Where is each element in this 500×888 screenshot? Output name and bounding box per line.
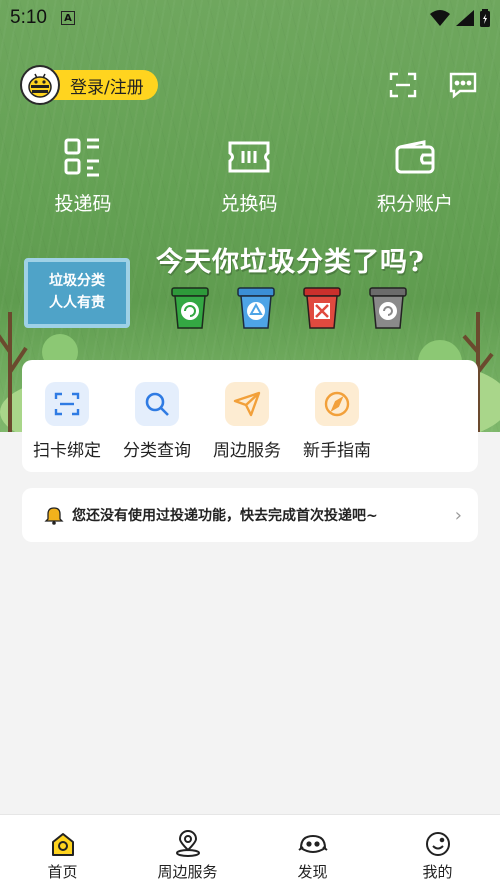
first-delivery-notice[interactable]: 您还没有使用过投递功能，快去完成首次投递吧~ › xyxy=(22,488,478,542)
tab-nearby-services[interactable]: 周边服务 xyxy=(125,815,250,888)
tab-home[interactable]: 首页 xyxy=(0,815,125,888)
search-icon xyxy=(135,382,179,426)
quick-action-label: 投递码 xyxy=(54,193,112,215)
a-icon: A xyxy=(60,11,75,25)
service-label: 周边服务 xyxy=(213,441,281,461)
status-time: 5:10 xyxy=(10,7,47,28)
tab-label: 发现 xyxy=(297,863,328,881)
scan-card-icon xyxy=(45,382,89,426)
tab-label: 我的 xyxy=(422,863,453,881)
chevron-right-icon: › xyxy=(454,504,462,526)
tab-discover[interactable]: 发现 xyxy=(250,815,375,888)
tab-label: 首页 xyxy=(47,863,78,881)
tab-mine[interactable]: 我的 xyxy=(375,815,500,888)
bell-icon xyxy=(44,507,64,525)
battery-icon xyxy=(480,9,490,27)
services-card: 扫卡绑定 分类查询 周边服务 新手指南 xyxy=(22,360,478,472)
sign-line: 垃圾分类 xyxy=(49,273,105,289)
location-icon xyxy=(174,829,202,859)
quick-action-exchange-code[interactable]: 兑换码 xyxy=(166,135,332,216)
login-button[interactable]: 登录/注册 xyxy=(20,65,158,105)
quick-action-label: 兑换码 xyxy=(220,193,278,215)
service-category-search[interactable]: 分类查询 xyxy=(112,382,202,472)
bottom-tab-bar: 首页 周边服务 发现 我的 xyxy=(0,814,500,888)
compass-icon xyxy=(315,382,359,426)
status-bar: 5:10 A xyxy=(0,0,500,36)
ticket-icon xyxy=(227,135,271,179)
wifi-icon xyxy=(430,10,450,26)
scan-icon[interactable] xyxy=(388,70,418,100)
service-label: 扫卡绑定 xyxy=(33,441,101,461)
wallet-icon xyxy=(394,135,436,179)
qr-code-icon xyxy=(63,135,103,179)
service-nearby[interactable]: 周边服务 xyxy=(202,382,292,472)
login-label: 登录/注册 xyxy=(50,70,158,100)
quick-action-delivery-code[interactable]: 投递码 xyxy=(0,135,166,216)
bee-avatar-icon xyxy=(20,65,60,105)
tab-label: 周边服务 xyxy=(157,863,218,881)
message-icon[interactable] xyxy=(448,70,478,100)
smile-icon xyxy=(424,829,452,859)
banner-title: 今天你垃圾分类了吗? xyxy=(156,247,425,278)
service-label: 新手指南 xyxy=(303,441,371,461)
quick-action-label: 积分账户 xyxy=(376,193,453,215)
home-icon xyxy=(49,829,77,859)
notice-text: 您还没有使用过投递功能，快去完成首次投递吧~ xyxy=(72,508,378,524)
service-scan-card[interactable]: 扫卡绑定 xyxy=(22,382,112,472)
quick-action-points-account[interactable]: 积分账户 xyxy=(332,135,498,216)
service-guide[interactable]: 新手指南 xyxy=(292,382,382,472)
paper-plane-icon xyxy=(225,382,269,426)
discover-icon xyxy=(297,829,329,859)
service-label: 分类查询 xyxy=(123,441,191,461)
signal-icon xyxy=(456,10,474,26)
